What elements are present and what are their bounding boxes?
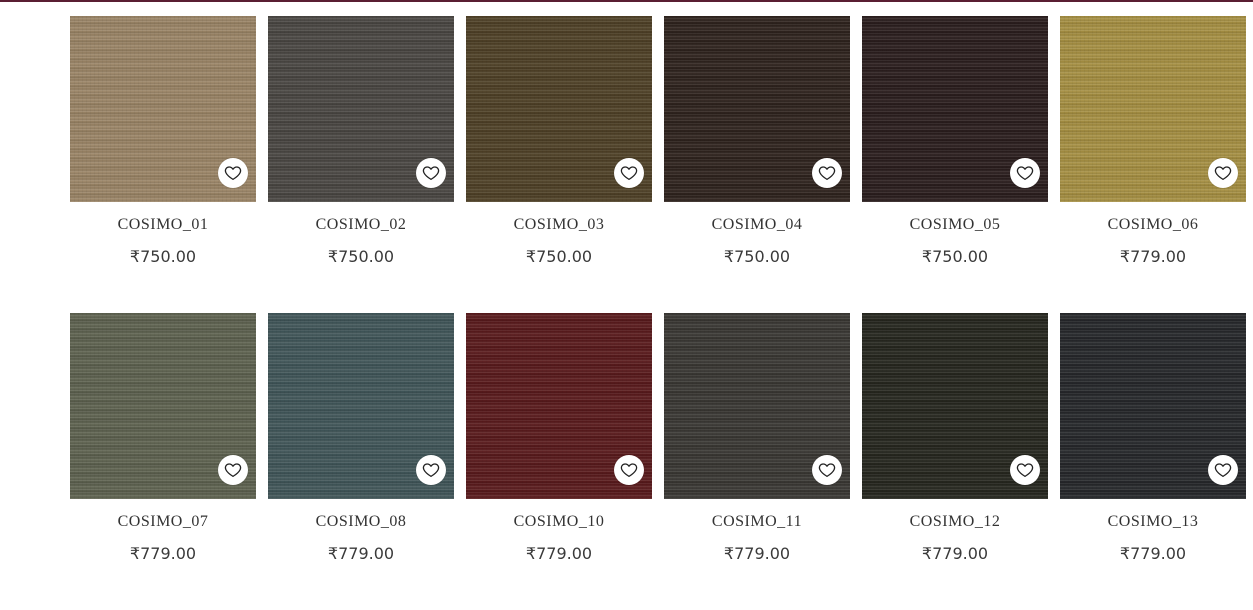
product-price: ₹750.00 (129, 247, 197, 266)
product-card[interactable]: COSIMO_12 ₹779.00 (862, 313, 1048, 610)
product-swatch[interactable] (70, 313, 256, 499)
product-card[interactable]: COSIMO_08 ₹779.00 (268, 313, 454, 610)
wishlist-button[interactable] (416, 158, 446, 188)
wishlist-button[interactable] (812, 455, 842, 485)
product-name[interactable]: COSIMO_03 (466, 215, 652, 235)
heart-outline-icon (1214, 463, 1232, 478)
product-swatch[interactable] (862, 16, 1048, 202)
product-name[interactable]: COSIMO_01 (70, 215, 256, 235)
header-divider (0, 0, 1253, 2)
wishlist-button[interactable] (218, 158, 248, 188)
product-price: ₹750.00 (327, 247, 395, 266)
product-card[interactable]: COSIMO_07 ₹779.00 (70, 313, 256, 610)
product-swatch[interactable] (268, 313, 454, 499)
product-card[interactable]: COSIMO_02 ₹750.00 (268, 16, 454, 313)
product-card[interactable]: COSIMO_10 ₹779.00 (466, 313, 652, 610)
product-price: ₹779.00 (525, 544, 593, 563)
product-price: ₹779.00 (327, 544, 395, 563)
wishlist-button[interactable] (614, 158, 644, 188)
product-card[interactable]: COSIMO_13 ₹779.00 (1060, 313, 1246, 610)
product-price: ₹779.00 (921, 544, 989, 563)
heart-outline-icon (422, 463, 440, 478)
product-name[interactable]: COSIMO_05 (862, 215, 1048, 235)
product-price: ₹779.00 (1119, 247, 1187, 266)
product-swatch[interactable] (664, 313, 850, 499)
heart-outline-icon (1214, 166, 1232, 181)
product-name[interactable]: COSIMO_08 (268, 512, 454, 532)
wishlist-button[interactable] (1010, 158, 1040, 188)
product-swatch[interactable] (1060, 16, 1246, 202)
heart-outline-icon (224, 166, 242, 181)
product-name[interactable]: COSIMO_10 (466, 512, 652, 532)
heart-outline-icon (818, 166, 836, 181)
product-swatch[interactable] (466, 313, 652, 499)
product-name[interactable]: COSIMO_04 (664, 215, 850, 235)
product-price: ₹779.00 (1119, 544, 1187, 563)
product-swatch[interactable] (664, 16, 850, 202)
product-price: ₹779.00 (723, 544, 791, 563)
product-card[interactable]: COSIMO_03 ₹750.00 (466, 16, 652, 313)
product-card[interactable]: COSIMO_04 ₹750.00 (664, 16, 850, 313)
product-name[interactable]: COSIMO_07 (70, 512, 256, 532)
product-card[interactable]: COSIMO_11 ₹779.00 (664, 313, 850, 610)
wishlist-button[interactable] (218, 455, 248, 485)
wishlist-button[interactable] (1208, 158, 1238, 188)
product-name[interactable]: COSIMO_13 (1060, 512, 1246, 532)
heart-outline-icon (422, 166, 440, 181)
heart-outline-icon (620, 463, 638, 478)
product-price: ₹750.00 (525, 247, 593, 266)
heart-outline-icon (1016, 463, 1034, 478)
product-price: ₹750.00 (723, 247, 791, 266)
heart-outline-icon (818, 463, 836, 478)
product-swatch[interactable] (70, 16, 256, 202)
product-card[interactable]: COSIMO_06 ₹779.00 (1060, 16, 1246, 313)
product-swatch[interactable] (466, 16, 652, 202)
product-card[interactable]: COSIMO_05 ₹750.00 (862, 16, 1048, 313)
wishlist-button[interactable] (1010, 455, 1040, 485)
product-swatch[interactable] (1060, 313, 1246, 499)
product-card[interactable]: COSIMO_01 ₹750.00 (70, 16, 256, 313)
wishlist-button[interactable] (416, 455, 446, 485)
wishlist-button[interactable] (1208, 455, 1238, 485)
heart-outline-icon (1016, 166, 1034, 181)
product-name[interactable]: COSIMO_02 (268, 215, 454, 235)
wishlist-button[interactable] (812, 158, 842, 188)
product-price: ₹750.00 (921, 247, 989, 266)
product-grid: COSIMO_01 ₹750.00 COSIMO_02 ₹750.00 COSI… (70, 16, 1246, 610)
heart-outline-icon (224, 463, 242, 478)
product-swatch[interactable] (862, 313, 1048, 499)
product-swatch[interactable] (268, 16, 454, 202)
product-name[interactable]: COSIMO_11 (664, 512, 850, 532)
heart-outline-icon (620, 166, 638, 181)
wishlist-button[interactable] (614, 455, 644, 485)
product-price: ₹779.00 (129, 544, 197, 563)
product-name[interactable]: COSIMO_12 (862, 512, 1048, 532)
product-name[interactable]: COSIMO_06 (1060, 215, 1246, 235)
